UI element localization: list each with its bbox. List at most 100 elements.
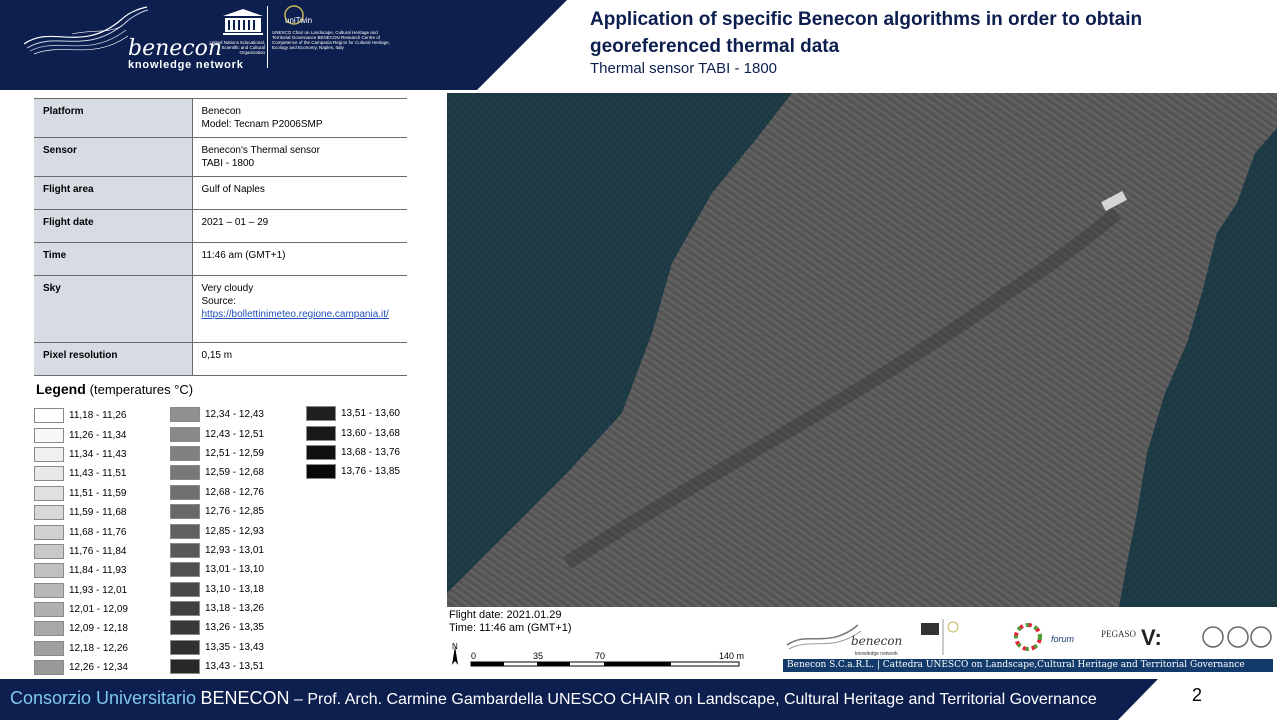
legend-label: 13,76 - 13,85 <box>341 466 400 478</box>
table-value: Gulf of Naples <box>192 176 407 210</box>
legend-swatch <box>170 659 200 675</box>
table-key: Time <box>34 242 193 276</box>
legend-swatch <box>34 563 64 579</box>
legend-item: 11,93 - 12,01 <box>34 581 128 600</box>
legend-item: 13,43 - 13,51 <box>170 657 264 676</box>
university-seal-icon <box>1250 626 1272 648</box>
unitwin-label: uniTwin <box>285 16 313 25</box>
legend-swatch <box>34 427 64 443</box>
pegaso-logo: PEGASO <box>1101 629 1137 639</box>
benecon-logo-subtitle: knowledge network <box>855 651 898 657</box>
footer-text: Consorzio Universitario BENECON – Prof. … <box>10 688 1097 708</box>
legend-swatch <box>34 543 64 559</box>
table-key: Flight date <box>34 209 193 243</box>
legend-label: 13,18 - 13,26 <box>205 603 264 615</box>
page-number: 2 <box>1192 685 1203 705</box>
unitwin-caption: UNESCO Chair on Landscape, Cultural Heri… <box>272 30 391 50</box>
flight-info-table: Platform Benecon Model: Tecnam P2006SMP S… <box>34 98 407 376</box>
legend-label: 12,76 - 12,85 <box>205 506 264 518</box>
table-key: Platform <box>34 98 193 138</box>
legend-swatch <box>170 504 200 520</box>
table-key: Sensor <box>34 137 193 177</box>
legend-item: 13,10 - 13,18 <box>170 580 264 599</box>
legend-item: 12,59 - 12,68 <box>170 463 264 482</box>
legend-item: 11,51 - 11,59 <box>34 484 128 503</box>
scale-tick: 35 <box>533 651 543 661</box>
legend-item: 11,84 - 11,93 <box>34 561 128 580</box>
legend-label: 11,51 - 11,59 <box>69 487 127 499</box>
university-seal-icon <box>1227 626 1249 648</box>
legend-item: 11,18 - 11,26 <box>34 406 128 425</box>
north-label: N <box>452 642 458 651</box>
legend-swatch <box>170 562 200 578</box>
scale-tick: 140 m <box>719 651 744 661</box>
table-value: Benecon's Thermal sensor TABI - 1800 <box>192 137 407 177</box>
legend-column-1: 11,18 - 11,26 11,26 - 11,34 11,34 - 11,43 1… <box>34 406 128 677</box>
legend-item: 12,93 - 13,01 <box>170 541 264 560</box>
table-value: 11:46 am (GMT+1) <box>192 242 407 276</box>
legend-label: 11,18 - 11,26 <box>69 410 127 422</box>
map-caption: Flight date: 2021.01.29 Time: 11:46 am (… <box>449 609 572 634</box>
legend-swatch <box>170 601 200 617</box>
legend-item: 13,51 - 13,60 <box>306 404 400 423</box>
legend-swatch <box>170 445 200 461</box>
legend-label: 13,43 - 13,51 <box>205 661 264 673</box>
legend-label: 11,26 - 11,34 <box>69 429 127 441</box>
legend-item: 13,18 - 13,26 <box>170 599 264 618</box>
legend-item: 11,26 - 11,34 <box>34 425 128 444</box>
benecon-logo-subtitle: knowledge network <box>128 59 244 71</box>
header-divider <box>267 6 268 68</box>
legend-swatch <box>34 524 64 540</box>
legend-column-2: 12,34 - 12,43 12,43 - 12,51 12,51 - 12,59 1… <box>170 405 264 676</box>
legend-label: 13,68 - 13,76 <box>341 446 400 458</box>
vanvitelli-logo: V: <box>1141 625 1162 650</box>
legend-item: 12,85 - 12,93 <box>170 521 264 540</box>
legend-swatch <box>34 602 64 618</box>
table-value: 0,15 m <box>192 342 407 376</box>
legend-title: Legend (temperatures °C) <box>36 381 194 397</box>
legend-swatch <box>170 639 200 655</box>
legend-label: 12,18 - 12,26 <box>69 642 128 654</box>
legend-item: 12,76 - 12,85 <box>170 502 264 521</box>
legend-item: 12,09 - 12,18 <box>34 619 128 638</box>
legend-swatch <box>170 426 200 442</box>
legend-label: 11,76 - 11,84 <box>69 545 127 557</box>
legend-label: 11,59 - 11,68 <box>69 507 127 519</box>
slide-title: Application of specific Benecon algorith… <box>590 9 1143 57</box>
legend-swatch <box>34 621 64 637</box>
scale-tick: 70 <box>595 651 605 661</box>
table-row: Pixel resolution 0,15 m <box>34 342 407 376</box>
legend-label: 11,43 - 11,51 <box>69 468 127 480</box>
legend-swatch <box>170 542 200 558</box>
legend-swatch <box>34 582 64 598</box>
legend-item: 12,01 - 12,09 <box>34 600 128 619</box>
legend-label: 12,43 - 12,51 <box>205 428 264 440</box>
legend-label: 12,51 - 12,59 <box>205 447 264 459</box>
legend-label: 11,34 - 11,43 <box>69 448 127 460</box>
legend-label: 12,85 - 12,93 <box>205 525 264 537</box>
sdg-wheel-icon <box>1014 623 1042 651</box>
scale-tick: 0 <box>471 651 476 661</box>
table-value: Very cloudy Source: https://bollettinime… <box>192 275 407 343</box>
legend-label: 13,51 - 13,60 <box>341 408 400 420</box>
legend-label: 12,93 - 13,01 <box>205 544 264 556</box>
table-row: Platform Benecon Model: Tecnam P2006SMP <box>34 98 407 138</box>
legend-label: 12,68 - 12,76 <box>205 486 264 498</box>
legend-swatch <box>170 581 200 597</box>
benecon-logo-text: benecon <box>851 634 902 648</box>
university-seal-icon <box>1202 626 1224 648</box>
legend-item: 13,68 - 13,76 <box>306 443 400 462</box>
legend-swatch <box>306 406 336 422</box>
unesco-temple-icon <box>921 623 939 635</box>
legend-swatch <box>170 465 200 481</box>
legend-item: 11,76 - 11,84 <box>34 542 128 561</box>
legend-swatch <box>34 485 64 501</box>
legend-swatch <box>34 505 64 521</box>
legend-item: 12,26 - 12,34 <box>34 658 128 677</box>
legend-item: 13,35 - 13,43 <box>170 638 264 657</box>
weather-source-link[interactable]: https://bollettinimeteo.regione.campania… <box>202 309 389 320</box>
legend-swatch <box>34 466 64 482</box>
legend-label: 11,93 - 12,01 <box>69 584 128 596</box>
legend-label: 12,26 - 12,34 <box>69 662 128 674</box>
legend-label: 12,34 - 12,43 <box>205 409 264 421</box>
